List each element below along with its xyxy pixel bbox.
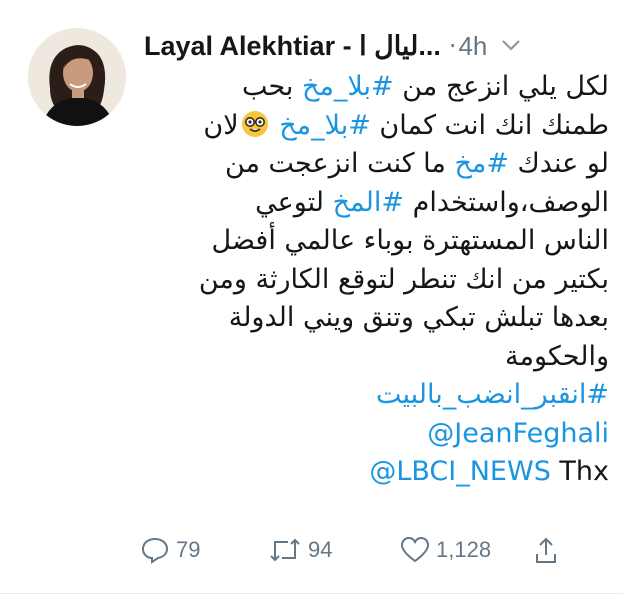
text-segment: لتوعي [255, 186, 333, 218]
tweet-text-line: لو عندك #مخ ما كنت انزعجت من [144, 145, 609, 184]
share-button[interactable] [534, 536, 558, 566]
tweet-text-line: بعدها تبلش تبكي وتنق ويني الدولة [144, 299, 609, 338]
text-segment: ما كنت انزعجت من [224, 148, 455, 179]
reply-button[interactable]: 79 [140, 536, 200, 564]
hashtag-link[interactable]: #بلا_مخ [279, 110, 371, 141]
text-segment: لان [203, 109, 239, 141]
reply-icon [141, 537, 169, 564]
text-segment: بحب [241, 71, 303, 102]
profile-photo [28, 28, 126, 126]
tweet-text-line: #انقبر_انضب_بالبيت [144, 376, 609, 415]
share-icon [536, 537, 556, 563]
mention-link[interactable]: @LBCI_NEWS [369, 456, 551, 487]
tweet-text-line: الناس المستهترة بوباء عالمي أفضل [144, 222, 609, 261]
text-segment: بكتير من انك تنطر لتوقع الكارثة ومن [198, 263, 609, 295]
like-count: 1,128 [436, 537, 492, 562]
avatar[interactable] [28, 28, 126, 126]
mention-link[interactable]: @JeanFeghali [427, 418, 609, 449]
tweet-timestamp[interactable]: 4h [458, 31, 487, 62]
tweet-text-line: لكل يلي انزعج من #بلا_مخ بحب [144, 68, 609, 107]
text-segment: بعدها تبلش تبكي وتنق ويني الدولة [228, 302, 609, 333]
text-segment: الوصف،واستخدام [404, 186, 609, 218]
retweet-count: 94 [308, 537, 333, 562]
text-segment: والحكومة [505, 340, 609, 372]
like-button[interactable]: 1,128 [400, 536, 491, 564]
text-segment: الناس المستهترة بوباء عالمي أفضل [211, 225, 609, 256]
retweet-icon [270, 538, 300, 562]
text-segment: لكل يلي انزعج من [393, 71, 609, 102]
heart-icon [400, 536, 430, 563]
tweet-header: Layal Alekhtiar - ليال ا... · 4h [144, 26, 609, 66]
reply-count: 79 [176, 537, 201, 562]
tweet-text: لكل يلي انزعج من #بلا_مخ بحب طمنك انك انت… [144, 68, 609, 492]
tweet-text-line: والحكومة [144, 338, 609, 377]
text-segment: Thx [550, 456, 609, 487]
author-name[interactable]: Layal Alekhtiar - ليال ا... [144, 31, 441, 62]
text-segment: لو عندك [508, 148, 609, 179]
text-segment [271, 110, 280, 141]
tweet-text-line: الوصف،واستخدام #المخ لتوعي [144, 184, 609, 223]
tweet-text-line: @LBCI_NEWS Thx [144, 453, 609, 492]
nerd-face-emoji [241, 110, 268, 137]
time-separator: · [448, 32, 457, 60]
hashtag-link[interactable]: #مخ [454, 148, 509, 179]
chevron-down-icon[interactable] [501, 37, 521, 56]
retweet-button[interactable]: 94 [268, 536, 332, 564]
tweet-actions: 79 94 1,128 [140, 532, 560, 572]
hashtag-link[interactable]: #انقبر_انضب_بالبيت [376, 379, 609, 410]
tweet-text-line: طمنك انك انت كمان #بلا_مخ لان [144, 107, 609, 146]
hashtag-link[interactable]: #بلا_مخ [302, 71, 394, 102]
hashtag-link[interactable]: #المخ [333, 187, 404, 218]
tweet-text-line: @JeanFeghali [144, 415, 609, 454]
text-segment: طمنك انك انت كمان [370, 109, 609, 141]
tweet-text-line: بكتير من انك تنطر لتوقع الكارثة ومن [144, 261, 609, 300]
